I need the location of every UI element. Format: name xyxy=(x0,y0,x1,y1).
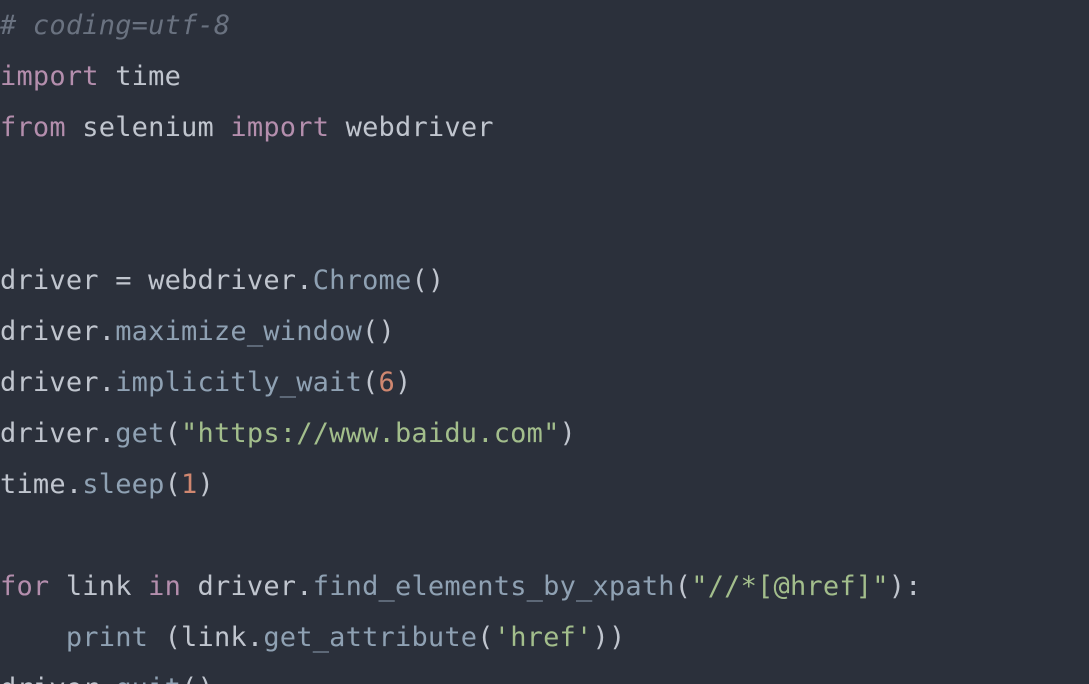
kw-for: for xyxy=(0,571,49,602)
call-quit: quit xyxy=(115,673,181,684)
number-literal: 6 xyxy=(379,367,395,398)
module-time: time xyxy=(115,61,181,92)
call-maximize-window: maximize_window xyxy=(115,316,362,347)
paren: ( xyxy=(675,571,691,602)
paren: ) xyxy=(198,469,214,500)
ident-driver: driver xyxy=(0,316,99,347)
paren: ) xyxy=(198,673,214,684)
call-find-elements: find_elements_by_xpath xyxy=(313,571,675,602)
module-selenium: selenium xyxy=(82,112,214,143)
paren: ) xyxy=(560,418,576,449)
module-webdriver: webdriver xyxy=(346,112,494,143)
kw-from: from xyxy=(0,112,66,143)
op-assign: = xyxy=(115,265,131,296)
colon: : xyxy=(905,571,921,602)
string-xpath: "//*[@href]" xyxy=(691,571,888,602)
ident-time: time xyxy=(0,469,66,500)
paren: ) xyxy=(889,571,905,602)
string-url: "https://www.baidu.com" xyxy=(181,418,559,449)
ident-link: link xyxy=(66,571,132,602)
paren: ( xyxy=(362,316,378,347)
string-href: 'href' xyxy=(494,622,593,653)
paren: ) xyxy=(609,622,625,653)
paren: ( xyxy=(411,265,427,296)
paren: ( xyxy=(477,622,493,653)
call-get-attribute: get_attribute xyxy=(263,622,477,653)
kw-import: import xyxy=(230,112,329,143)
paren: ( xyxy=(181,673,197,684)
call-print: print xyxy=(66,622,148,653)
call-chrome: Chrome xyxy=(313,265,412,296)
paren: ( xyxy=(165,418,181,449)
paren: ) xyxy=(395,367,411,398)
ident-driver: driver xyxy=(0,673,99,684)
ident-driver: driver xyxy=(0,265,99,296)
ident-driver: driver xyxy=(0,367,99,398)
code-block: # coding=utf-8 import time from selenium… xyxy=(0,0,1089,684)
ident-driver: driver xyxy=(198,571,297,602)
kw-import: import xyxy=(0,61,99,92)
paren: ( xyxy=(165,622,181,653)
ident-link: link xyxy=(181,622,247,653)
code-comment: # coding=utf-8 xyxy=(0,10,230,41)
paren: ) xyxy=(428,265,444,296)
ident-webdriver: webdriver xyxy=(148,265,296,296)
call-get: get xyxy=(115,418,164,449)
paren: ( xyxy=(165,469,181,500)
paren: ( xyxy=(362,367,378,398)
paren: ) xyxy=(592,622,608,653)
call-implicitly-wait: implicitly_wait xyxy=(115,367,362,398)
ident-driver: driver xyxy=(0,418,99,449)
call-sleep: sleep xyxy=(82,469,164,500)
kw-in: in xyxy=(148,571,181,602)
number-literal: 1 xyxy=(181,469,197,500)
paren: ) xyxy=(379,316,395,347)
